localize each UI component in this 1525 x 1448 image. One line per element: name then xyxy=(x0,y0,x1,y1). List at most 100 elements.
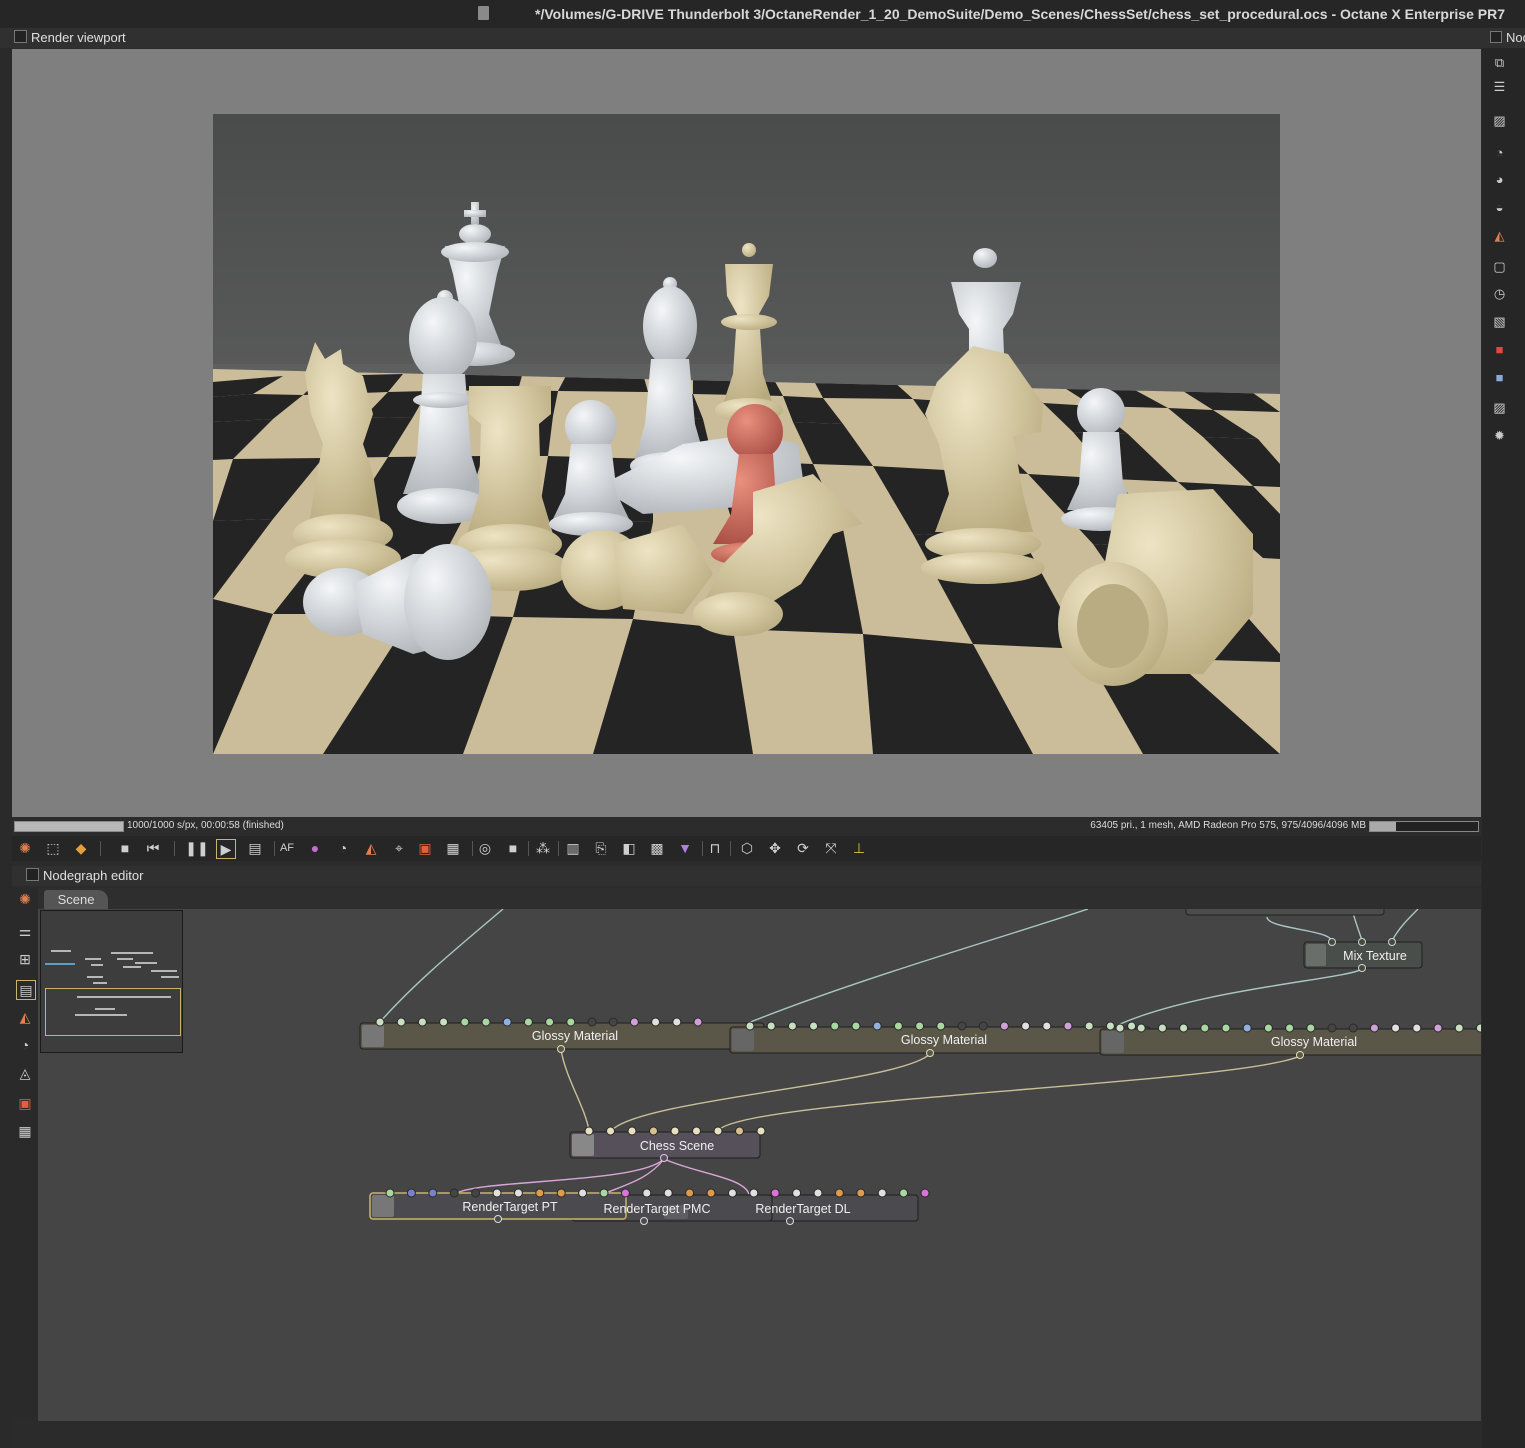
imager-icon[interactable]: ▢ xyxy=(1491,258,1508,275)
input-pin[interactable] xyxy=(471,1188,481,1198)
input-pin[interactable] xyxy=(449,1188,459,1198)
kernel-icon[interactable]: ◔ xyxy=(1491,144,1508,161)
input-pin[interactable] xyxy=(1433,1023,1443,1033)
environment-icon[interactable]: ◒ xyxy=(1491,199,1508,216)
input-pin[interactable] xyxy=(1021,1021,1031,1031)
graph-icon[interactable]: ▤ xyxy=(16,980,36,1000)
material-icon[interactable]: ◭ xyxy=(1491,227,1508,244)
input-pin[interactable] xyxy=(1242,1023,1252,1033)
input-pin[interactable] xyxy=(1084,1021,1094,1031)
input-pin[interactable] xyxy=(481,1017,491,1027)
save-icon[interactable]: ◧ xyxy=(620,839,638,857)
input-pin[interactable] xyxy=(1454,1023,1464,1033)
input-pin[interactable] xyxy=(406,1188,416,1198)
input-pin[interactable] xyxy=(513,1188,523,1198)
copy-icon[interactable]: ⎘ xyxy=(592,839,610,857)
input-pin[interactable] xyxy=(957,1021,967,1031)
grid-icon[interactable]: ▣ xyxy=(16,1094,34,1112)
panel-checkbox[interactable] xyxy=(26,868,39,881)
red-cube-icon[interactable]: ■ xyxy=(1491,341,1508,358)
input-pin[interactable] xyxy=(606,1126,615,1136)
input-pin[interactable] xyxy=(1179,1023,1189,1033)
region-icon[interactable]: ⬚ xyxy=(44,839,62,857)
input-pin[interactable] xyxy=(1475,1023,1481,1033)
snapshot-icon[interactable]: ◎ xyxy=(476,839,494,857)
input-pin[interactable] xyxy=(428,1188,438,1198)
pause-icon[interactable]: ❚❚ xyxy=(185,839,208,857)
rendered-image[interactable] xyxy=(213,114,1280,754)
blue-cube-icon[interactable]: ■ xyxy=(1491,369,1508,386)
octane-logo-icon[interactable]: ✺ xyxy=(16,890,34,908)
input-pin[interactable] xyxy=(1391,1023,1401,1033)
octane-logo-icon[interactable]: ✺ xyxy=(16,839,34,857)
input-pin[interactable] xyxy=(649,1126,658,1136)
input-pin[interactable] xyxy=(756,1126,766,1136)
input-pin[interactable] xyxy=(1263,1023,1273,1033)
input-pin[interactable] xyxy=(749,1188,759,1198)
input-pin[interactable] xyxy=(556,1188,566,1198)
aov-icon[interactable]: AF xyxy=(278,839,296,857)
arrange-icon[interactable]: ⚌ xyxy=(16,922,34,940)
film-region-icon[interactable]: ▦ xyxy=(444,839,462,857)
texture-icon[interactable]: ◬ xyxy=(16,1064,34,1082)
axis-icon[interactable]: ⊥ xyxy=(850,839,868,857)
input-pin[interactable] xyxy=(629,1017,639,1027)
input-pin[interactable] xyxy=(713,1126,723,1136)
input-pin[interactable] xyxy=(670,1126,680,1136)
input-pin[interactable] xyxy=(535,1188,545,1198)
input-pin[interactable] xyxy=(1105,1021,1115,1031)
input-pin[interactable] xyxy=(1115,1023,1125,1033)
input-pin[interactable] xyxy=(385,1188,395,1198)
color-picker-icon[interactable]: ● xyxy=(306,839,324,857)
input-pin[interactable] xyxy=(1327,1023,1337,1033)
texture-icon[interactable]: ▧ xyxy=(1491,313,1508,330)
unlock-icon[interactable]: ⊓ xyxy=(706,839,724,857)
input-pin[interactable] xyxy=(920,1188,930,1198)
rotate-icon[interactable]: ⟳ xyxy=(794,839,812,857)
copy-icon[interactable]: ⧉ xyxy=(1491,54,1508,71)
preview-icon[interactable]: ▤ xyxy=(246,839,264,857)
cube-icon[interactable]: ◆ xyxy=(72,839,90,857)
input-pin[interactable] xyxy=(936,1021,946,1031)
input-pin[interactable] xyxy=(545,1017,555,1027)
restart-icon[interactable]: ⏮ xyxy=(144,839,162,857)
input-pin[interactable] xyxy=(809,1021,819,1031)
panel-checkbox[interactable] xyxy=(14,30,27,43)
input-pin[interactable] xyxy=(999,1021,1009,1031)
input-pin[interactable] xyxy=(663,1188,673,1198)
input-pin[interactable] xyxy=(706,1188,716,1198)
material-picker-icon[interactable]: ◭ xyxy=(362,839,380,857)
input-pin[interactable] xyxy=(492,1188,502,1198)
input-pin[interactable] xyxy=(766,1021,776,1031)
image-icon[interactable]: ▨ xyxy=(1491,112,1508,129)
input-pin[interactable] xyxy=(578,1188,588,1198)
render-region-icon[interactable]: ▣ xyxy=(416,839,434,857)
input-pin[interactable] xyxy=(1412,1023,1422,1033)
play-icon[interactable]: ▶ xyxy=(216,839,236,859)
stop-icon[interactable]: ■ xyxy=(116,839,134,857)
input-pin[interactable] xyxy=(834,1188,844,1198)
input-pin[interactable] xyxy=(685,1188,695,1198)
render-viewport[interactable] xyxy=(12,49,1481,817)
input-pin[interactable] xyxy=(1221,1023,1231,1033)
input-pin[interactable] xyxy=(396,1017,406,1027)
input-pin[interactable] xyxy=(813,1188,823,1198)
input-pin[interactable] xyxy=(1306,1023,1316,1033)
input-pin[interactable] xyxy=(727,1188,737,1198)
material-icon[interactable]: ◭ xyxy=(16,1008,34,1026)
camera-icon[interactable]: ◕ xyxy=(1491,171,1508,188)
lock-icon[interactable]: ⁂ xyxy=(534,839,552,857)
input-pin[interactable] xyxy=(692,1126,701,1136)
clock-icon[interactable]: ◷ xyxy=(1491,285,1508,302)
input-pin[interactable] xyxy=(770,1188,780,1198)
input-pin[interactable] xyxy=(1348,1023,1358,1033)
input-pin[interactable] xyxy=(1285,1023,1295,1033)
object-picker-icon[interactable]: ⌖ xyxy=(390,839,408,857)
input-pin[interactable] xyxy=(439,1017,449,1027)
input-pin[interactable] xyxy=(672,1017,682,1027)
input-pin[interactable] xyxy=(856,1188,866,1198)
fit-icon[interactable]: ⊞ xyxy=(16,950,34,968)
layers-icon[interactable]: ▩ xyxy=(648,839,666,857)
input-pin[interactable] xyxy=(745,1021,755,1031)
input-pin[interactable] xyxy=(792,1188,802,1198)
